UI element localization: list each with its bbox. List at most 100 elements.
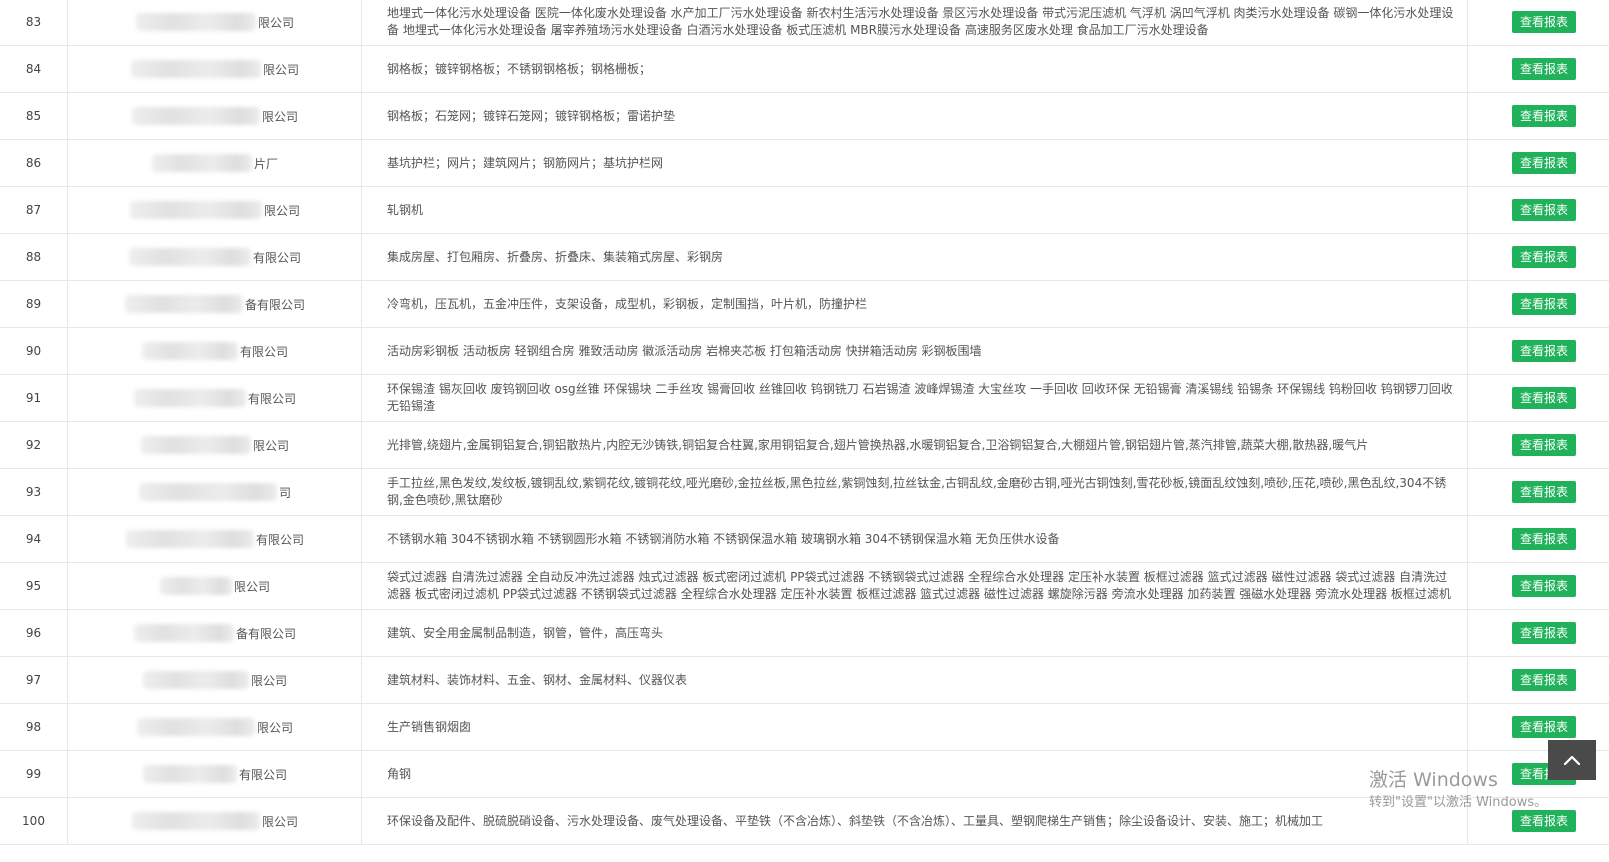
row-number: 88 bbox=[25, 250, 42, 264]
view-report-button[interactable]: 查看报表 bbox=[1512, 716, 1577, 738]
view-report-button[interactable]: 查看报表 bbox=[1512, 434, 1577, 456]
action-cell: 查看报表 bbox=[1478, 187, 1609, 233]
company-name-cell: 备有限公司 bbox=[68, 610, 362, 656]
row-number: 97 bbox=[25, 673, 42, 687]
view-report-button[interactable]: 查看报表 bbox=[1512, 152, 1577, 174]
view-report-button[interactable]: 查看报表 bbox=[1512, 58, 1577, 80]
company-name-cell: 限公司 bbox=[68, 657, 362, 703]
redacted-name-blur bbox=[141, 342, 238, 360]
redacted-name-blur bbox=[142, 671, 249, 689]
business-scope-text: 基坑护栏；网片；建筑网片；钢筋网片；基坑护栏网 bbox=[387, 155, 664, 170]
company-name: 限公司 bbox=[130, 59, 299, 79]
redacted-name-blur bbox=[138, 483, 277, 501]
company-name-cell: 限公司 bbox=[68, 563, 362, 609]
business-scope-cell: 建筑材料、装饰材料、五金、钢材、金属材料、仪器仪表 bbox=[372, 657, 1467, 703]
row-number: 96 bbox=[25, 626, 42, 640]
redacted-name-blur bbox=[159, 577, 232, 595]
company-name: 有限公司 bbox=[125, 529, 304, 549]
action-cell: 查看报表 bbox=[1478, 140, 1609, 186]
action-cell: 查看报表 bbox=[1478, 281, 1609, 327]
business-scope-text: 手工拉丝,黑色发纹,发纹板,镀铜乱纹,紫铜花纹,镀铜花纹,哑光磨砂,金拉丝板,黑… bbox=[387, 476, 1447, 507]
view-report-button[interactable]: 查看报表 bbox=[1512, 387, 1577, 409]
column-divider bbox=[1467, 93, 1468, 139]
company-name-suffix: 有限公司 bbox=[239, 344, 288, 359]
redacted-name-blur bbox=[130, 60, 261, 78]
redacted-name-blur bbox=[133, 389, 246, 407]
page: 83 限公司 地埋式一体化污水处理设备 医院一体化废水处理设备 水产加工厂污水处理设… bbox=[0, 0, 1609, 862]
company-name-suffix: 有限公司 bbox=[238, 767, 287, 782]
company-name-cell: 有限公司 bbox=[68, 234, 362, 280]
business-scope-text: 光排管,绕翅片,金属铜铝复合,铜铝散热片,内腔无沙铸铁,铜铝复合柱翼,家用铜铝复… bbox=[387, 437, 1369, 452]
redacted-name-blur bbox=[124, 295, 243, 313]
view-report-button[interactable]: 查看报表 bbox=[1512, 669, 1577, 691]
business-scope-text: 环保设备及配件、脱硫脱硝设备、污水处理设备、废气处理设备、平垫铁（不含冶炼）、斜… bbox=[387, 813, 1324, 828]
table-row: 94 有限公司 不锈钢水箱 304不锈钢水箱 不锈钢圆形水箱 不锈钢消防水箱 不锈钢… bbox=[0, 516, 1609, 563]
action-cell: 查看报表 bbox=[1478, 798, 1609, 844]
company-name: 限公司 bbox=[131, 811, 298, 831]
table-row: 83 限公司 地埋式一体化污水处理设备 医院一体化废水处理设备 水产加工厂污水处理设… bbox=[0, 0, 1609, 46]
view-report-button[interactable]: 查看报表 bbox=[1512, 340, 1577, 362]
company-name-cell: 限公司 bbox=[68, 0, 362, 45]
table-row: 87 限公司 轧钢机 查看报表 bbox=[0, 187, 1609, 234]
company-name-suffix: 限公司 bbox=[261, 109, 298, 124]
business-scope-text: 角钢 bbox=[387, 766, 412, 781]
column-divider bbox=[1467, 187, 1468, 233]
view-report-button[interactable]: 查看报表 bbox=[1512, 810, 1577, 832]
redacted-name-blur bbox=[140, 436, 251, 454]
company-name-suffix: 备有限公司 bbox=[244, 297, 305, 312]
column-divider bbox=[1467, 375, 1468, 421]
company-name-cell: 有限公司 bbox=[68, 516, 362, 562]
company-name-suffix: 有限公司 bbox=[252, 250, 301, 265]
company-name: 有限公司 bbox=[128, 247, 301, 267]
business-scope-cell: 冷弯机，压瓦机，五金冲压件，支架设备，成型机，彩钢板，定制围挡，叶片机，防撞护栏 bbox=[372, 281, 1467, 327]
company-name: 备有限公司 bbox=[133, 623, 296, 643]
business-scope-cell: 手工拉丝,黑色发纹,发纹板,镀铜乱纹,紫铜花纹,镀铜花纹,哑光磨砂,金拉丝板,黑… bbox=[372, 469, 1467, 515]
view-report-button[interactable]: 查看报表 bbox=[1512, 575, 1577, 597]
company-name-cell: 有限公司 bbox=[68, 328, 362, 374]
table-row: 86 片厂 基坑护栏；网片；建筑网片；钢筋网片；基坑护栏网 查看报表 bbox=[0, 140, 1609, 187]
view-report-button[interactable]: 查看报表 bbox=[1512, 199, 1577, 221]
business-scope-text: 轧钢机 bbox=[387, 202, 424, 217]
view-report-button[interactable]: 查看报表 bbox=[1512, 528, 1577, 550]
view-report-button[interactable]: 查看报表 bbox=[1512, 11, 1577, 33]
table-row: 100 限公司 环保设备及配件、脱硫脱硝设备、污水处理设备、废气处理设备、平垫铁（不… bbox=[0, 798, 1609, 845]
table-row: 88 有限公司 集成房屋、打包厢房、折叠房、折叠床、集装箱式房屋、彩钢房 查看报表 bbox=[0, 234, 1609, 281]
row-number: 95 bbox=[25, 579, 42, 593]
company-name: 限公司 bbox=[135, 12, 294, 32]
table-row: 91 有限公司 环保锡渣 锡灰回收 废钨钢回收 osg丝锥 环保锡块 二手丝攻 锡膏… bbox=[0, 375, 1609, 422]
view-report-button[interactable]: 查看报表 bbox=[1512, 481, 1577, 503]
business-scope-text: 冷弯机，压瓦机，五金冲压件，支架设备，成型机，彩钢板，定制围挡，叶片机，防撞护栏 bbox=[387, 296, 868, 311]
company-name-cell: 限公司 bbox=[68, 93, 362, 139]
company-name-cell: 片厂 bbox=[68, 140, 362, 186]
redacted-name-blur bbox=[142, 765, 237, 783]
company-name: 限公司 bbox=[159, 576, 270, 596]
company-name-cell: 限公司 bbox=[68, 422, 362, 468]
business-scope-cell: 角钢 bbox=[372, 751, 1467, 797]
view-report-button[interactable]: 查看报表 bbox=[1512, 105, 1577, 127]
row-number: 99 bbox=[25, 767, 42, 781]
action-cell: 查看报表 bbox=[1478, 563, 1609, 609]
business-scope-cell: 不锈钢水箱 304不锈钢水箱 不锈钢圆形水箱 不锈钢消防水箱 不锈钢保温水箱 玻… bbox=[372, 516, 1467, 562]
column-divider bbox=[1467, 140, 1468, 186]
row-number: 85 bbox=[25, 109, 42, 123]
business-scope-text: 钢格板；镀锌钢格板；不锈钢钢格板；钢格栅板； bbox=[387, 61, 652, 76]
scroll-top-button[interactable] bbox=[1548, 740, 1596, 780]
action-cell: 查看报表 bbox=[1478, 46, 1609, 92]
business-scope-text: 建筑材料、装饰材料、五金、钢材、金属材料、仪器仪表 bbox=[387, 672, 688, 687]
row-number: 83 bbox=[25, 15, 42, 29]
view-report-button[interactable]: 查看报表 bbox=[1512, 622, 1577, 644]
company-name-suffix: 片厂 bbox=[253, 156, 278, 171]
column-divider bbox=[1467, 281, 1468, 327]
business-scope-cell: 环保设备及配件、脱硫脱硝设备、污水处理设备、废气处理设备、平垫铁（不含冶炼）、斜… bbox=[372, 798, 1467, 844]
column-divider bbox=[1467, 704, 1468, 750]
business-scope-text: 建筑、安全用金属制品制造，钢管，管件，高压弯头 bbox=[387, 625, 664, 640]
business-scope-text: 集成房屋、打包厢房、折叠房、折叠床、集装箱式房屋、彩钢房 bbox=[387, 249, 724, 264]
column-divider bbox=[1467, 0, 1468, 45]
table-row: 99 有限公司 角钢 查看报表 bbox=[0, 751, 1609, 798]
table-row: 84 限公司 钢格板；镀锌钢格板；不锈钢钢格板；钢格栅板； 查看报表 bbox=[0, 46, 1609, 93]
company-name-cell: 限公司 bbox=[68, 46, 362, 92]
column-divider bbox=[1467, 469, 1468, 515]
view-report-button[interactable]: 查看报表 bbox=[1512, 246, 1577, 268]
company-name-suffix: 限公司 bbox=[262, 62, 299, 77]
view-report-button[interactable]: 查看报表 bbox=[1512, 293, 1577, 315]
